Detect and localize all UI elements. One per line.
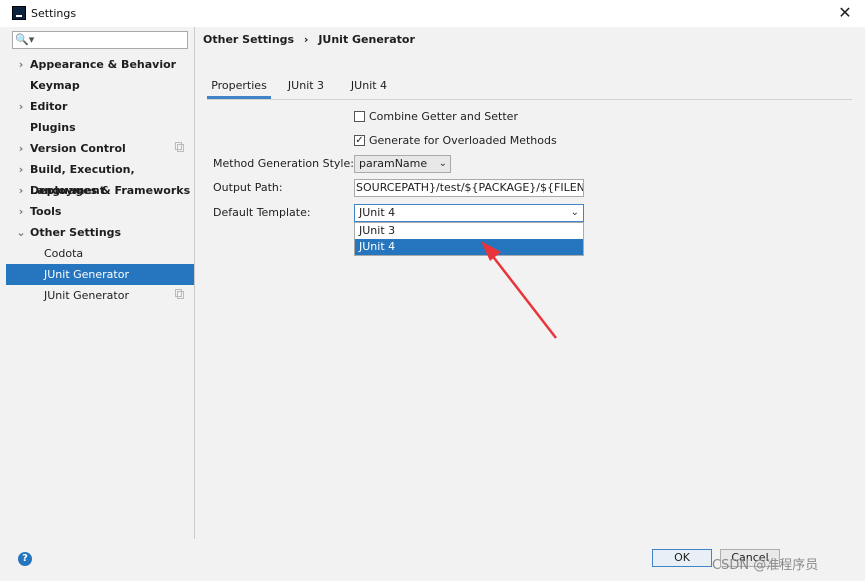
sidebar-item-label: Editor (30, 100, 68, 113)
sidebar-item-editor[interactable]: › Editor (6, 96, 194, 117)
sidebar-item-keymap[interactable]: Keymap (6, 75, 194, 96)
close-icon[interactable]: ✕ (834, 3, 856, 23)
annotation-arrow-line (490, 253, 557, 339)
settings-window: Settings ✕ 🔍▾ › Appearance & Behavior Keym… (0, 0, 865, 581)
sidebar-item-label: Appearance & Behavior (30, 58, 177, 71)
sidebar-item-version-control[interactable]: › Version Control (6, 138, 194, 159)
sidebar-item-codota[interactable]: Codota (6, 243, 194, 264)
window-title: Settings (31, 7, 77, 20)
chevron-right-icon[interactable]: › (16, 201, 26, 222)
sidebar-item-plugins[interactable]: Plugins (6, 117, 194, 138)
chevron-right-icon[interactable]: › (16, 159, 26, 180)
chevron-right-icon[interactable]: › (16, 96, 26, 117)
sidebar-item-label: Version Control (30, 142, 126, 155)
sidebar-item-appearance-behavior[interactable]: › Appearance & Behavior (6, 54, 194, 75)
title-bar: Settings ✕ (0, 0, 865, 27)
settings-content: Other Settings › JUnit Generator Propert… (195, 27, 865, 539)
annotation-arrow (481, 241, 557, 339)
annotation-arrow-head (481, 241, 501, 261)
sidebar-item-label: Codota (44, 247, 84, 260)
sidebar-item-languages-frameworks[interactable]: › Languages & Frameworks (6, 180, 194, 201)
sidebar-item-junit-generator[interactable]: JUnit Generator (6, 264, 194, 285)
sidebar-item-tools[interactable]: › Tools (6, 201, 194, 222)
search-input[interactable]: 🔍▾ (12, 31, 188, 49)
sidebar-item-label: Tools (30, 205, 62, 218)
help-icon[interactable]: ? (18, 552, 32, 566)
sidebar-item-label: JUnit Generator (44, 289, 129, 302)
sidebar-item-label: Other Settings (30, 226, 122, 239)
intellij-idea-icon (12, 6, 26, 20)
sidebar-item-label: Languages & Frameworks (30, 184, 191, 197)
sidebar-item-other-settings[interactable]: ⌄ Other Settings (6, 222, 194, 243)
chevron-right-icon[interactable]: › (16, 54, 26, 75)
sidebar-item-label: JUnit Generator (44, 268, 129, 281)
chevron-right-icon[interactable]: › (16, 180, 26, 201)
search-icon: 🔍▾ (15, 33, 35, 46)
project-copy-icon (175, 289, 184, 299)
ok-button[interactable]: OK (652, 549, 712, 567)
sidebar-item-label: Plugins (30, 121, 76, 134)
chevron-right-icon[interactable]: › (16, 138, 26, 159)
settings-sidebar: 🔍▾ › Appearance & Behavior Keymap › Editor Pl… (6, 27, 195, 539)
project-copy-icon (175, 142, 184, 152)
csdn-watermark: CSDN @准程序员 (712, 558, 819, 573)
chevron-down-icon[interactable]: ⌄ (16, 222, 26, 243)
sidebar-item-label: Keymap (30, 79, 80, 92)
sidebar-item-build-execution-deployment[interactable]: › Build, Execution, Deployment (6, 159, 194, 197)
sidebar-item-junit-generator-2[interactable]: JUnit Generator (6, 285, 194, 306)
